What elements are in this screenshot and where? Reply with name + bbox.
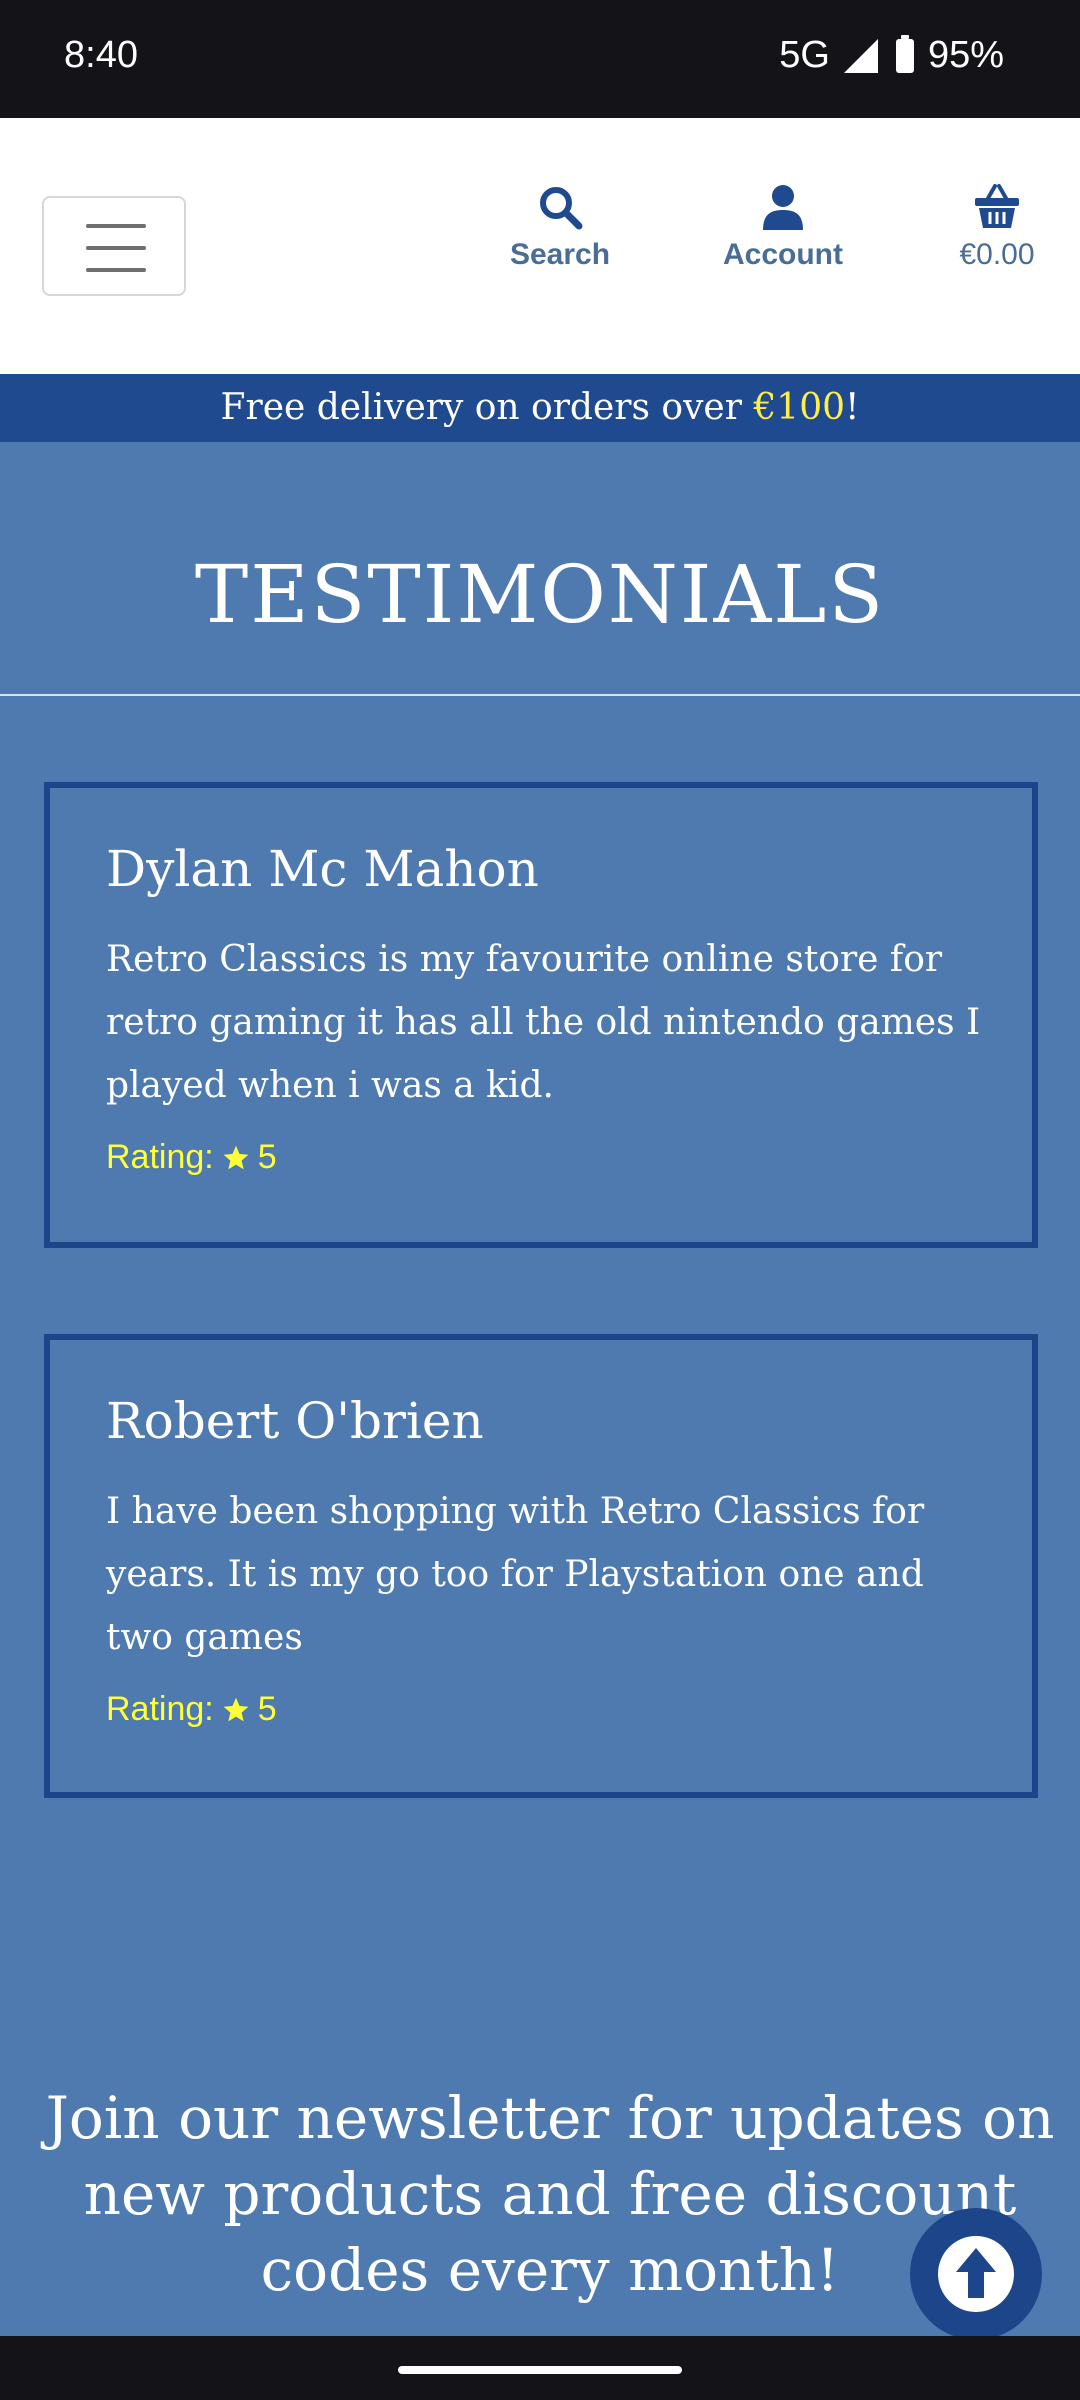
hamburger-icon xyxy=(86,268,146,272)
banner-text: Free delivery on orders over xyxy=(220,387,754,428)
signal-icon xyxy=(843,38,878,73)
battery-icon xyxy=(895,34,914,73)
cart-link[interactable]: €0.00 xyxy=(950,184,1044,272)
rating-value: 5 xyxy=(257,1138,277,1176)
title-divider xyxy=(0,694,1080,696)
search-link[interactable]: Search xyxy=(500,184,620,272)
banner-text-end: ! xyxy=(845,387,860,428)
rating-value: 5 xyxy=(257,1690,277,1728)
testimonial-text: I have been shopping with Retro Classics… xyxy=(106,1491,925,1658)
hamburger-icon xyxy=(86,224,146,228)
network-label: 5G xyxy=(779,34,830,76)
delivery-banner: Free delivery on orders over €100! xyxy=(0,374,1080,442)
testimonial-rating: Rating: 5 xyxy=(106,1690,277,1729)
page-title: TESTIMONIALS xyxy=(194,548,886,641)
star-icon xyxy=(223,1697,249,1721)
site-header: Search Account €0.00 xyxy=(0,118,1080,374)
testimonial-rating: Rating: 5 xyxy=(106,1138,277,1177)
banner-highlight: €100 xyxy=(753,387,846,428)
status-right: 5G 95% xyxy=(779,34,1004,77)
testimonial-author: Robert O'brien xyxy=(106,1392,484,1450)
scroll-to-top-button[interactable] xyxy=(910,2208,1042,2340)
cart-total: €0.00 xyxy=(959,238,1035,271)
account-link[interactable]: Account xyxy=(718,184,848,272)
search-label: Search xyxy=(509,238,611,271)
testimonial-card: Dylan Mc Mahon Retro Classics is my favo… xyxy=(44,782,1038,1248)
arrow-up-icon xyxy=(956,2248,996,2298)
hamburger-icon xyxy=(86,246,146,250)
home-gesture-handle[interactable] xyxy=(398,2366,682,2374)
testimonial-text: Retro Classics is my favourite online st… xyxy=(106,939,981,1106)
battery-percent: 95% xyxy=(927,34,1004,76)
status-time: 8:40 xyxy=(64,34,138,76)
fab-inner xyxy=(938,2236,1014,2312)
basket-icon xyxy=(975,184,1019,228)
user-icon xyxy=(763,185,803,230)
rating-label: Rating: xyxy=(106,1138,214,1176)
menu-toggle-button[interactable] xyxy=(42,196,186,296)
testimonial-author: Dylan Mc Mahon xyxy=(106,840,539,898)
search-icon xyxy=(540,187,583,230)
rating-label: Rating: xyxy=(106,1690,214,1728)
account-label: Account xyxy=(723,238,843,271)
status-bar: 8:40 5G 95% xyxy=(0,0,1080,118)
testimonial-card: Robert O'brien I have been shopping with… xyxy=(44,1334,1038,1798)
star-icon xyxy=(223,1145,249,1169)
